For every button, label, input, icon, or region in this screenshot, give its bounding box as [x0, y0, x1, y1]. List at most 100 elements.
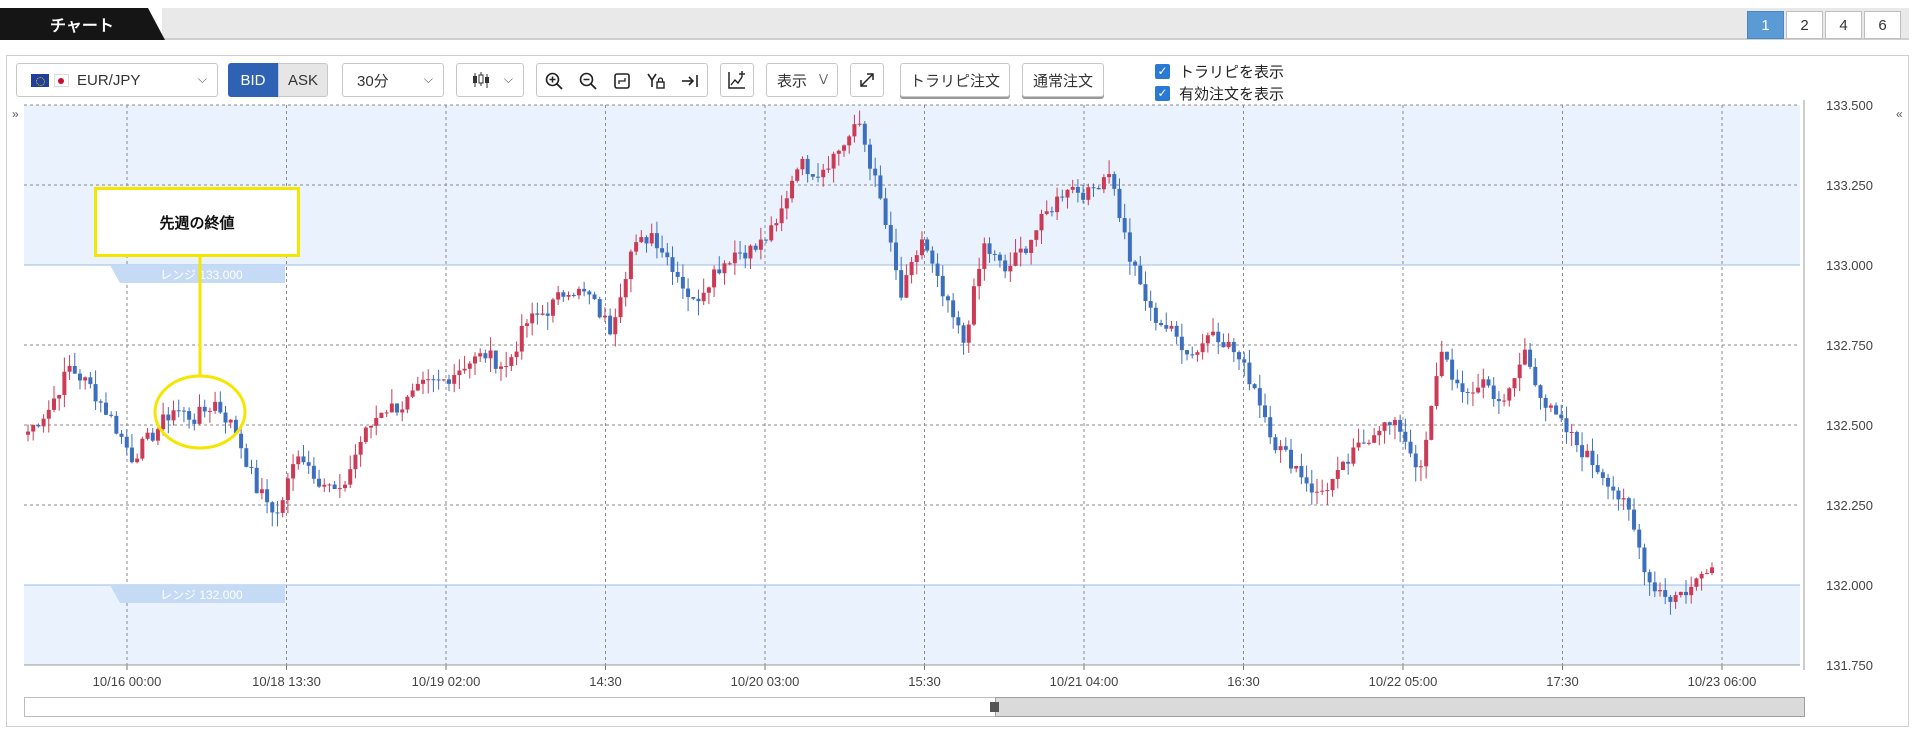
candle-down [109, 414, 114, 416]
candle-down [997, 254, 1002, 261]
candle-up [1366, 442, 1371, 444]
candle-down [218, 401, 223, 413]
candle-down [88, 377, 93, 385]
candle-up [462, 368, 467, 371]
candle-up [1065, 189, 1070, 198]
x-tick-label: 17:30 [1546, 674, 1579, 689]
candle-down [1122, 218, 1127, 233]
candle-up [977, 268, 982, 287]
candle-up [1689, 586, 1694, 596]
candle-down [571, 295, 576, 297]
candle-up [228, 419, 233, 423]
candle-up [831, 153, 836, 169]
candle-down [1465, 392, 1470, 394]
candle-up [800, 158, 805, 170]
candle-down [1413, 453, 1418, 468]
candle-up [1569, 431, 1574, 433]
candle-up [358, 441, 363, 455]
candle-up [452, 375, 457, 384]
candle-up [41, 418, 46, 427]
range-label-text: レンジ 132.000 [160, 588, 243, 602]
y-tick-label: 133.000 [1826, 258, 1873, 273]
candle-up [1294, 466, 1299, 469]
candle-down [1663, 590, 1668, 597]
candle-down [1668, 596, 1673, 602]
candle-down [192, 419, 197, 424]
scrollbar-thumb[interactable] [995, 697, 1805, 717]
candle-down [1538, 385, 1543, 398]
candle-up [1330, 478, 1335, 491]
candle-down [665, 252, 670, 258]
candle-up [421, 379, 426, 384]
x-tick-label: 10/18 13:30 [252, 674, 321, 689]
candle-down [176, 410, 181, 412]
candle-down [1075, 186, 1080, 193]
scrollbar-handle[interactable] [990, 702, 999, 712]
candle-up [628, 251, 633, 280]
candle-up [842, 145, 847, 151]
candle-up [405, 396, 410, 410]
candle-down [332, 484, 337, 490]
candle-up [1512, 378, 1517, 389]
candle-up [1621, 498, 1626, 500]
candle-up [51, 398, 56, 410]
candle-down [1190, 354, 1195, 356]
candle-down [1346, 461, 1351, 464]
candle-down [1133, 261, 1138, 266]
candle-up [1314, 491, 1319, 493]
candle-up [384, 412, 389, 414]
candle-up [1377, 430, 1382, 436]
candle-up [1673, 595, 1678, 602]
candle-down [935, 263, 940, 276]
candle-down [1164, 325, 1169, 329]
candle-up [634, 242, 639, 252]
candle-down [72, 365, 77, 374]
candle-up [639, 237, 644, 243]
candle-down [1060, 196, 1065, 198]
candle-down [103, 402, 108, 415]
candle-down [1684, 591, 1689, 596]
candle-down [1185, 350, 1190, 355]
candle-up [1418, 466, 1423, 468]
candle-up [509, 357, 514, 367]
candle-up [1101, 177, 1106, 190]
candle-down [311, 465, 316, 479]
candle-down [1096, 187, 1101, 190]
candle-up [795, 169, 800, 181]
candle-down [1143, 284, 1148, 302]
candle-up [904, 275, 909, 298]
candle-up [540, 313, 545, 315]
candle-down [1247, 362, 1252, 385]
candle-up [790, 180, 795, 199]
candle-up [327, 484, 332, 486]
candle-up [348, 469, 353, 485]
candle-down [1528, 349, 1533, 367]
candle-down [696, 298, 701, 302]
candle-up [441, 379, 446, 381]
candle-up [919, 239, 924, 256]
candle-up [472, 356, 477, 364]
candle-up [1439, 351, 1444, 377]
candle-up [280, 500, 285, 513]
range-band-lower [24, 585, 1800, 665]
candle-down [1304, 477, 1309, 484]
candle-up [712, 269, 717, 288]
candle-down [1252, 384, 1257, 389]
candle-down [1263, 405, 1268, 418]
candle-down [1450, 359, 1455, 380]
candle-down [675, 271, 680, 277]
candle-down [223, 412, 228, 423]
candle-up [291, 464, 296, 479]
candle-up [1018, 248, 1023, 253]
candle-down [1221, 342, 1226, 348]
candle-down [1242, 359, 1247, 363]
candle-up [514, 351, 519, 358]
candle-down [930, 250, 935, 264]
candle-down [592, 294, 597, 300]
candle-up [374, 417, 379, 426]
candle-down [1616, 490, 1621, 500]
candle-down [873, 168, 878, 176]
candle-down [956, 317, 961, 326]
price-chart[interactable]: 133.500 133.250 133.000 132.750 132.500 132.2… [0, 0, 1915, 731]
candle-down [992, 253, 997, 255]
